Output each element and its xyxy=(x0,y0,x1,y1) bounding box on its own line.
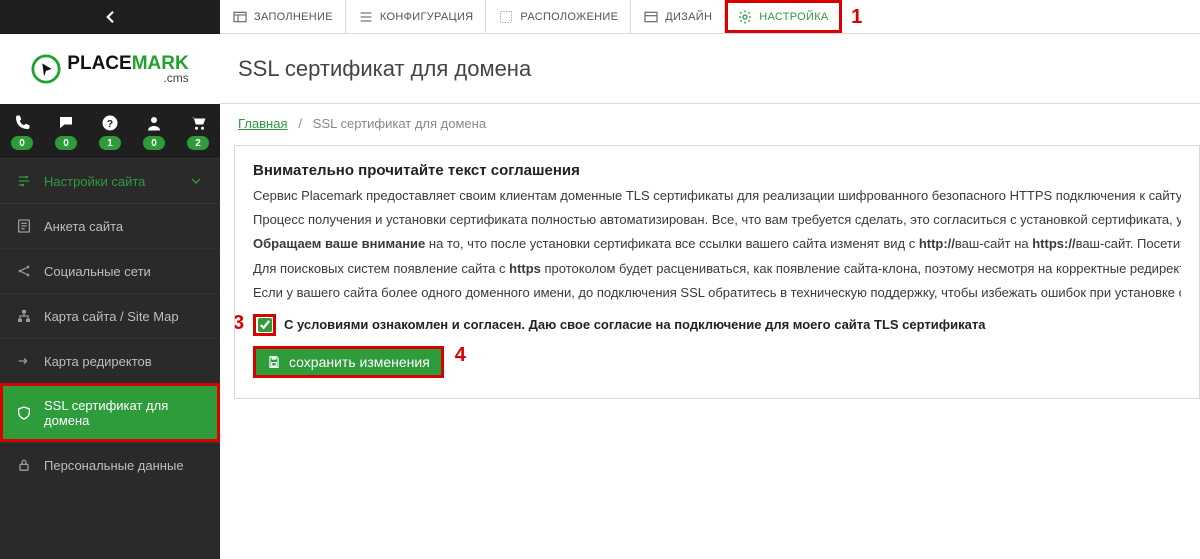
sidebar-parent-settings[interactable]: Настройки сайта xyxy=(0,158,220,203)
sidebar-parent-label: Настройки сайта xyxy=(44,174,145,189)
crumb-current: SSL сертификат для домена xyxy=(313,116,486,131)
sidebar-menu: Настройки сайта Анкета сайта Социальные … xyxy=(0,158,220,487)
sidebar-item-social[interactable]: Социальные сети xyxy=(0,248,220,293)
save-icon xyxy=(267,355,281,369)
share-icon xyxy=(16,263,32,279)
quick-phone-badge: 0 xyxy=(11,136,33,150)
tab-label: ЗАПОЛНЕНИЕ xyxy=(254,11,333,23)
agreement-p4: Для поисковых систем появление сайта с h… xyxy=(253,260,1181,278)
quick-help[interactable]: ? 1 xyxy=(99,114,121,150)
crumb-home[interactable]: Главная xyxy=(238,116,287,131)
lock-icon xyxy=(16,457,32,473)
form-icon xyxy=(16,218,32,234)
sidebar: PLACEMARK .cms 0 0 ? 1 0 xyxy=(0,0,220,559)
quick-icons: 0 0 ? 1 0 2 xyxy=(0,104,220,158)
breadcrumb: Главная / SSL сертификат для домена xyxy=(220,104,1200,131)
tab-fill[interactable]: ЗАПОЛНЕНИЕ xyxy=(220,0,346,33)
sidebar-item-label: Анкета сайта xyxy=(44,219,123,234)
quick-user-badge: 0 xyxy=(143,136,165,150)
tab-label: НАСТРОЙКА xyxy=(759,11,828,23)
quick-cart[interactable]: 2 xyxy=(187,114,209,150)
main-area: ЗАПОЛНЕНИЕ КОНФИГУРАЦИЯ РАСПОЛОЖЕНИЕ ДИЗ… xyxy=(220,0,1200,559)
chevron-down-icon xyxy=(188,173,204,189)
redirect-icon xyxy=(16,353,32,369)
save-button[interactable]: сохранить изменения xyxy=(253,346,444,378)
position-icon xyxy=(498,9,514,25)
user-icon xyxy=(145,114,163,132)
cursor-icon xyxy=(31,54,61,84)
top-tabs: ЗАПОЛНЕНИЕ КОНФИГУРАЦИЯ РАСПОЛОЖЕНИЕ ДИЗ… xyxy=(220,0,1200,34)
quick-cart-badge: 2 xyxy=(187,136,209,150)
design-icon xyxy=(643,9,659,25)
svg-text:?: ? xyxy=(107,118,113,130)
help-icon: ? xyxy=(101,114,119,132)
tab-label: ДИЗАЙН xyxy=(665,11,712,23)
agree-checkbox[interactable] xyxy=(258,318,272,332)
sidebar-item-label: SSL сертификат для домена xyxy=(44,398,204,428)
save-button-label: сохранить изменения xyxy=(289,354,430,370)
quick-user[interactable]: 0 xyxy=(143,114,165,150)
sidebar-item-redirects[interactable]: Карта редиректов xyxy=(0,338,220,383)
sidebar-item-label: Социальные сети xyxy=(44,264,151,279)
agreement-p5: Если у вашего сайта более одного доменно… xyxy=(253,284,1181,302)
chevron-left-icon xyxy=(101,8,119,26)
quick-chat[interactable]: 0 xyxy=(55,114,77,150)
sidebar-item-sitemap[interactable]: Карта сайта / Site Map xyxy=(0,293,220,338)
sidebar-item-personal[interactable]: Персональные данные xyxy=(0,442,220,487)
list-icon xyxy=(358,9,374,25)
cart-icon xyxy=(189,114,207,132)
agree-label[interactable]: С условиями ознакомлен и согласен. Даю с… xyxy=(284,317,985,332)
agreement-panel: Внимательно прочитайте текст соглашения … xyxy=(234,145,1200,399)
tab-config[interactable]: КОНФИГУРАЦИЯ xyxy=(346,0,487,33)
sidebar-item-label: Карта сайта / Site Map xyxy=(44,309,179,324)
agreement-p2: Процесс получения и установки сертификат… xyxy=(253,211,1181,229)
back-button[interactable] xyxy=(0,0,220,34)
sitemap-icon xyxy=(16,308,32,324)
tab-label: РАСПОЛОЖЕНИЕ xyxy=(520,11,618,23)
quick-help-badge: 1 xyxy=(99,136,121,150)
tab-design[interactable]: ДИЗАЙН xyxy=(631,0,725,33)
chat-icon xyxy=(57,114,75,132)
agreement-p3: Обращаем ваше внимание на то, что после … xyxy=(253,235,1181,253)
brand-name-left: PLACE xyxy=(67,53,131,74)
agreement-p1: Сервис Placemark предоставляет своим кли… xyxy=(253,187,1181,205)
annotation-3: 3 xyxy=(234,312,244,335)
sidebar-item-label: Карта редиректов xyxy=(44,354,152,369)
brand-logo[interactable]: PLACEMARK .cms xyxy=(0,34,220,104)
quick-chat-badge: 0 xyxy=(55,136,77,150)
sidebar-item-ssl[interactable]: SSL сертификат для домена 2 xyxy=(0,383,220,442)
layout-icon xyxy=(232,9,248,25)
agreement-heading: Внимательно прочитайте текст соглашения xyxy=(253,162,1181,179)
page-title-text: SSL сертификат для домена xyxy=(238,56,531,82)
quick-phone[interactable]: 0 xyxy=(11,114,33,150)
sliders-icon xyxy=(16,173,32,189)
page-title: SSL сертификат для домена xyxy=(220,34,1200,104)
crumb-sep: / xyxy=(298,116,302,131)
annotation-1: 1 xyxy=(851,6,862,29)
sidebar-item-profile[interactable]: Анкета сайта xyxy=(0,203,220,248)
annotation-4: 4 xyxy=(455,344,466,367)
tab-layout[interactable]: РАСПОЛОЖЕНИЕ xyxy=(486,0,631,33)
shield-icon xyxy=(16,405,32,421)
phone-icon xyxy=(13,114,31,132)
tab-settings[interactable]: НАСТРОЙКА 1 xyxy=(725,0,841,33)
sidebar-item-label: Персональные данные xyxy=(44,458,184,473)
tab-label: КОНФИГУРАЦИЯ xyxy=(380,11,474,23)
gear-icon xyxy=(737,9,753,25)
